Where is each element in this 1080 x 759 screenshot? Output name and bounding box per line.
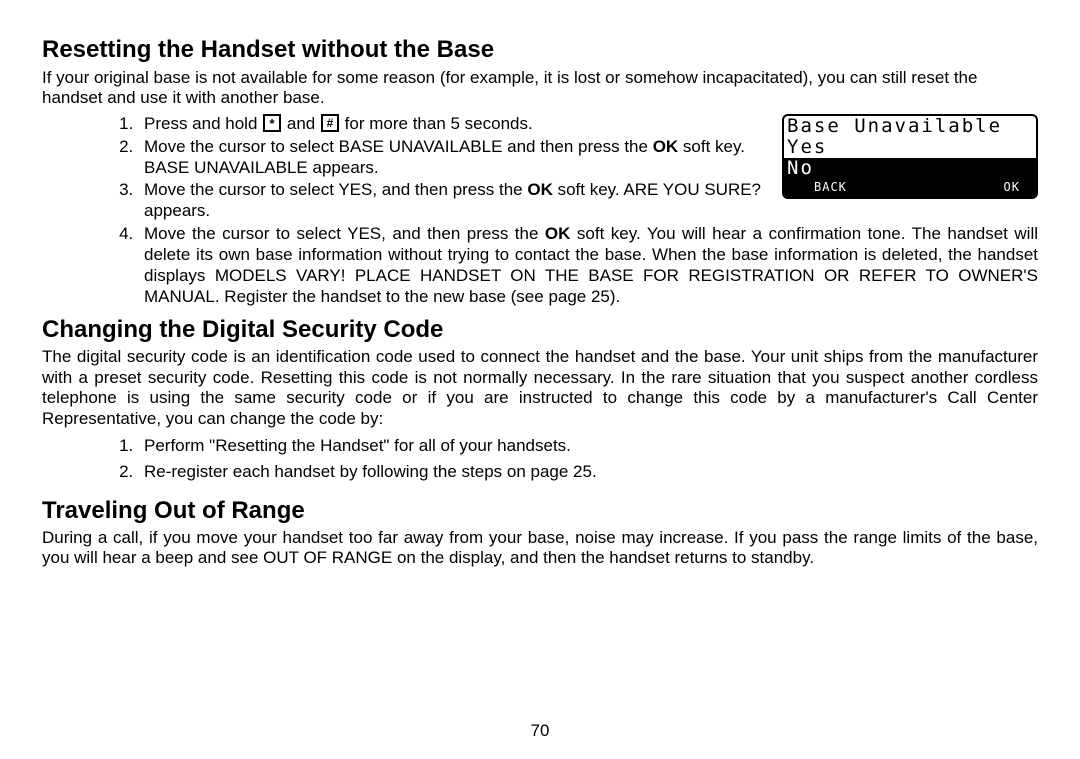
section2-step-2: Re-register each handset by following th… [138, 461, 1038, 483]
lcd-line-3-selected: No [784, 158, 1036, 179]
step-1-text-a: Press and hold [144, 114, 262, 133]
lcd-softkey-back: BACK [814, 181, 847, 194]
lcd-softkey-ok: OK [1004, 181, 1020, 194]
step-4-text-a: Move the cursor to select YES, and then … [144, 224, 545, 243]
lcd-line-2: Yes [784, 137, 1036, 158]
section1-intro: If your original base is not available f… [42, 68, 1038, 108]
step-4: Move the cursor to select YES, and then … [138, 224, 1038, 308]
step-4-ok: OK [545, 224, 571, 243]
section2-title: Changing the Digital Security Code [42, 316, 1038, 344]
lcd-softkey-row: BACK OK [784, 179, 1036, 197]
step-3-ok: OK [527, 180, 553, 199]
key-star-icon: * [262, 114, 282, 135]
page-number: 70 [0, 721, 1080, 741]
step-2-ok: OK [653, 137, 679, 156]
section2-step-1: Perform "Resetting the Handset" for all … [138, 435, 1038, 457]
section2-steps: Perform "Resetting the Handset" for all … [42, 435, 1038, 483]
section3-body: During a call, if you move your handset … [42, 528, 1038, 569]
lcd-line-1: Base Unavailable [784, 116, 1036, 137]
step-1-text-c: for more than 5 seconds. [340, 114, 533, 133]
step-3-text-a: Move the cursor to select YES, and then … [144, 180, 527, 199]
section3-title: Traveling Out of Range [42, 497, 1038, 525]
step-2-text-a: Move the cursor to select BASE UNAVAILAB… [144, 137, 653, 156]
manual-page: Resetting the Handset without the Base I… [0, 0, 1080, 759]
step-1-text-b: and [282, 114, 320, 133]
section1-title: Resetting the Handset without the Base [42, 36, 1038, 64]
svg-text:#: # [327, 116, 334, 130]
key-hash-icon: # [320, 114, 340, 135]
section2-intro: The digital security code is an identifi… [42, 347, 1038, 429]
lcd-frame: Base Unavailable Yes No BACK OK [782, 114, 1038, 199]
svg-text:*: * [270, 116, 276, 131]
lcd-screenshot: Base Unavailable Yes No BACK OK [782, 114, 1038, 199]
